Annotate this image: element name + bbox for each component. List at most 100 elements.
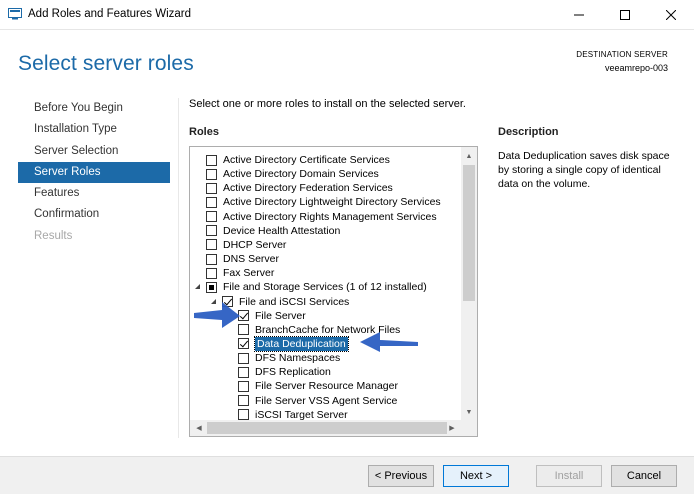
nav-item-features[interactable]: Features (18, 183, 170, 204)
maximize-icon (620, 10, 630, 20)
title-bar: Add Roles and Features Wizard (0, 0, 694, 30)
role-row[interactable]: DFS Namespaces (226, 351, 340, 365)
role-row[interactable]: Active Directory Certificate Services (194, 153, 390, 167)
role-row[interactable]: Active Directory Lightweight Directory S… (194, 195, 441, 209)
window-title: Add Roles and Features Wizard (28, 8, 191, 20)
nav-item-before-you-begin[interactable]: Before You Begin (18, 98, 170, 119)
vertical-scroll-thumb[interactable] (463, 165, 475, 301)
role-checkbox[interactable] (238, 409, 249, 421)
install-button[interactable]: Install (536, 465, 602, 487)
role-row[interactable]: Active Directory Rights Management Servi… (194, 210, 437, 224)
role-checkbox[interactable] (206, 182, 217, 194)
role-row[interactable]: Fax Server (194, 266, 274, 280)
role-row[interactable]: Active Directory Domain Services (194, 167, 379, 181)
role-label[interactable]: File Server VSS Agent Service (255, 394, 397, 408)
nav-item-server-selection[interactable]: Server Selection (18, 141, 170, 162)
role-checkbox[interactable] (238, 352, 249, 364)
role-row[interactable]: Device Health Attestation (194, 224, 340, 238)
role-checkbox[interactable] (206, 239, 217, 251)
maximize-button[interactable] (602, 0, 648, 30)
role-row[interactable]: DHCP Server (194, 238, 286, 252)
role-row[interactable]: Data Deduplication (226, 335, 349, 352)
role-label[interactable]: Fax Server (223, 266, 274, 280)
description-heading: Description (498, 126, 559, 138)
role-row[interactable]: File Server VSS Agent Service (226, 394, 397, 408)
scroll-left-icon[interactable]: ◀ (191, 420, 207, 436)
instruction-text: Select one or more roles to install on t… (189, 98, 466, 110)
role-checkbox[interactable] (206, 267, 217, 279)
minimize-icon (574, 14, 584, 16)
role-checkbox[interactable] (238, 395, 249, 407)
collapse-expander-icon[interactable] (194, 283, 202, 291)
role-label[interactable]: DFS Namespaces (255, 351, 340, 365)
role-checkbox[interactable] (206, 154, 217, 166)
next-button[interactable]: Next > (443, 465, 509, 487)
role-label[interactable]: DFS Replication (255, 365, 331, 379)
role-checkbox[interactable] (238, 380, 249, 392)
role-label[interactable]: File Server Resource Manager (255, 379, 398, 393)
role-label[interactable]: File Server (255, 309, 306, 323)
nav-item-installation-type[interactable]: Installation Type (18, 119, 170, 140)
description-text: Data Deduplication saves disk space by s… (498, 150, 670, 190)
role-label[interactable]: File and iSCSI Services (239, 295, 349, 309)
destination-server-value: veeamrepo-003 (604, 63, 668, 73)
cancel-button[interactable]: Cancel (611, 465, 677, 487)
role-checkbox[interactable] (222, 296, 233, 307)
collapse-expander-icon[interactable] (210, 298, 218, 306)
role-label[interactable]: BranchCache for Network Files (255, 323, 400, 337)
role-checkbox[interactable] (238, 338, 249, 350)
role-label[interactable]: Active Directory Rights Management Servi… (223, 210, 437, 224)
role-label[interactable]: DNS Server (223, 252, 279, 266)
role-checkbox[interactable] (238, 324, 249, 336)
role-row[interactable]: File and Storage Services (1 of 12 insta… (194, 280, 427, 294)
role-row[interactable]: DFS Replication (226, 365, 331, 379)
role-label[interactable]: Data Deduplication (254, 335, 349, 352)
nav-item-results: Results (34, 229, 73, 242)
previous-button[interactable]: < Previous (368, 465, 434, 487)
role-checkbox[interactable] (238, 310, 249, 322)
page-title: Select server roles (18, 52, 194, 75)
close-button[interactable] (648, 0, 694, 30)
role-label[interactable]: File and Storage Services (1 of 12 insta… (223, 280, 427, 294)
role-label[interactable]: DHCP Server (223, 238, 286, 252)
role-row[interactable]: BranchCache for Network Files (226, 323, 400, 337)
role-checkbox[interactable] (238, 366, 249, 378)
scroll-up-icon[interactable]: ▲ (461, 148, 477, 164)
role-label[interactable]: Active Directory Lightweight Directory S… (223, 195, 441, 209)
horizontal-scroll-thumb[interactable] (207, 422, 447, 434)
nav-item-server-roles[interactable]: Server Roles (18, 161, 170, 184)
role-checkbox[interactable] (206, 168, 217, 180)
role-checkbox[interactable] (206, 225, 217, 237)
role-checkbox[interactable] (206, 253, 217, 265)
roles-heading: Roles (189, 126, 219, 138)
role-label[interactable]: Device Health Attestation (223, 224, 340, 238)
role-checkbox[interactable] (206, 196, 217, 208)
role-row[interactable]: Active Directory Federation Services (194, 181, 393, 195)
role-row[interactable]: File Server (226, 309, 306, 323)
role-checkbox[interactable] (206, 281, 217, 293)
minimize-button[interactable] (556, 0, 602, 30)
scroll-down-icon[interactable]: ▼ (461, 404, 477, 420)
role-label[interactable]: Active Directory Certificate Services (223, 153, 390, 167)
role-label[interactable]: Active Directory Federation Services (223, 181, 393, 195)
server-manager-icon (8, 8, 22, 20)
vertical-scrollbar[interactable]: ▲ ▼ (461, 147, 477, 421)
role-row[interactable]: File Server Resource Manager (226, 379, 398, 393)
role-row[interactable]: File and iSCSI Services (210, 295, 349, 309)
nav-item-confirmation[interactable]: Confirmation (18, 204, 170, 225)
role-checkbox[interactable] (206, 211, 217, 223)
horizontal-scrollbar[interactable]: ◀ ▶ (190, 420, 477, 436)
role-label[interactable]: Active Directory Domain Services (223, 167, 379, 181)
scroll-right-icon[interactable]: ▶ (444, 420, 460, 436)
roles-tree[interactable]: Active Directory Certificate Services Act… (189, 146, 478, 437)
role-row[interactable]: DNS Server (194, 252, 279, 266)
